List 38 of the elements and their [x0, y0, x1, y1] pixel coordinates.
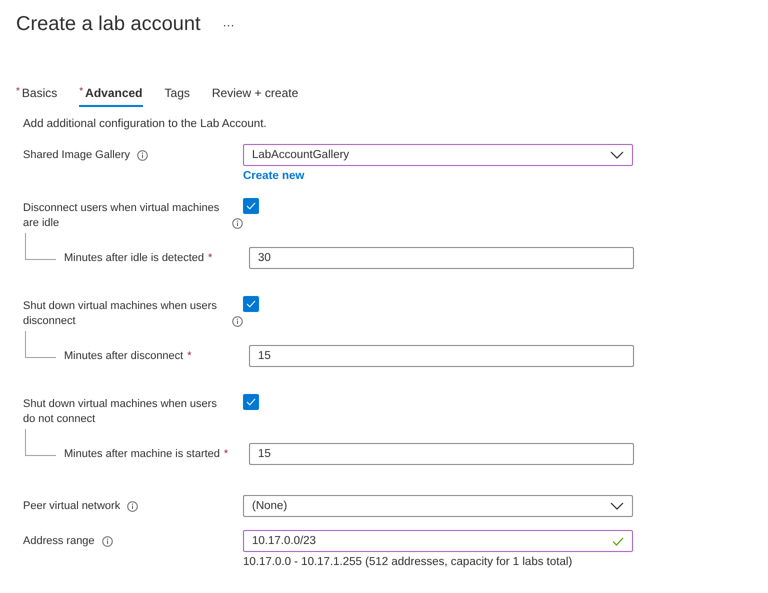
connector-line: [25, 429, 56, 456]
field-label: Minutes after disconnect: [64, 350, 184, 362]
chevron-down-icon: [610, 502, 624, 510]
tab[interactable]: Tags: [164, 86, 190, 107]
checkmark-icon: [246, 202, 256, 210]
checkmark-icon: [246, 398, 256, 406]
description: Add additional configuration to the Lab Account.: [23, 118, 267, 130]
checkbox[interactable]: [243, 296, 259, 312]
connector-line: [25, 331, 56, 358]
input-field[interactable]: 15: [249, 443, 634, 465]
field-label: Disconnect users when virtual machines are idle: [23, 201, 220, 231]
page-title: Create a lab account: [16, 13, 201, 36]
tab[interactable]: Review + create: [212, 86, 298, 107]
tab[interactable]: * Basics: [16, 86, 58, 107]
field-label: Address range: [23, 534, 95, 548]
more-options[interactable]: ···: [222, 18, 235, 32]
address-hint: 10.17.0.0 - 10.17.1.255 (512 addresses, capacity for 1 labs total): [243, 556, 572, 568]
required-asterisk: *: [224, 448, 228, 460]
input-field[interactable]: 10.17.0.0/23: [243, 530, 633, 552]
field-label: Minutes after idle is detected: [64, 252, 204, 264]
connector-line: [25, 233, 56, 260]
field-label: Peer virtual network: [23, 498, 120, 514]
create-new-link[interactable]: Create new: [243, 170, 304, 182]
checkbox[interactable]: [243, 198, 259, 214]
checkbox[interactable]: [243, 394, 259, 410]
required-asterisk: *: [208, 252, 212, 264]
tab[interactable]: * Advanced: [79, 86, 143, 107]
dropdown[interactable]: (None): [243, 495, 633, 517]
field-label: Shared Image Gallery: [23, 148, 130, 162]
dropdown[interactable]: LabAccountGallery: [243, 144, 633, 166]
input-field[interactable]: 15: [249, 345, 634, 367]
input-field[interactable]: 30: [249, 247, 634, 269]
field-label: Shut down virtual machines when users do not connect: [23, 397, 218, 427]
checkmark-icon: [246, 300, 256, 308]
field-label: Shut down virtual machines when users disconnect: [23, 299, 218, 329]
required-asterisk: *: [187, 350, 192, 362]
field-label: Minutes after machine is started: [64, 448, 220, 460]
chevron-down-icon: [610, 151, 624, 159]
